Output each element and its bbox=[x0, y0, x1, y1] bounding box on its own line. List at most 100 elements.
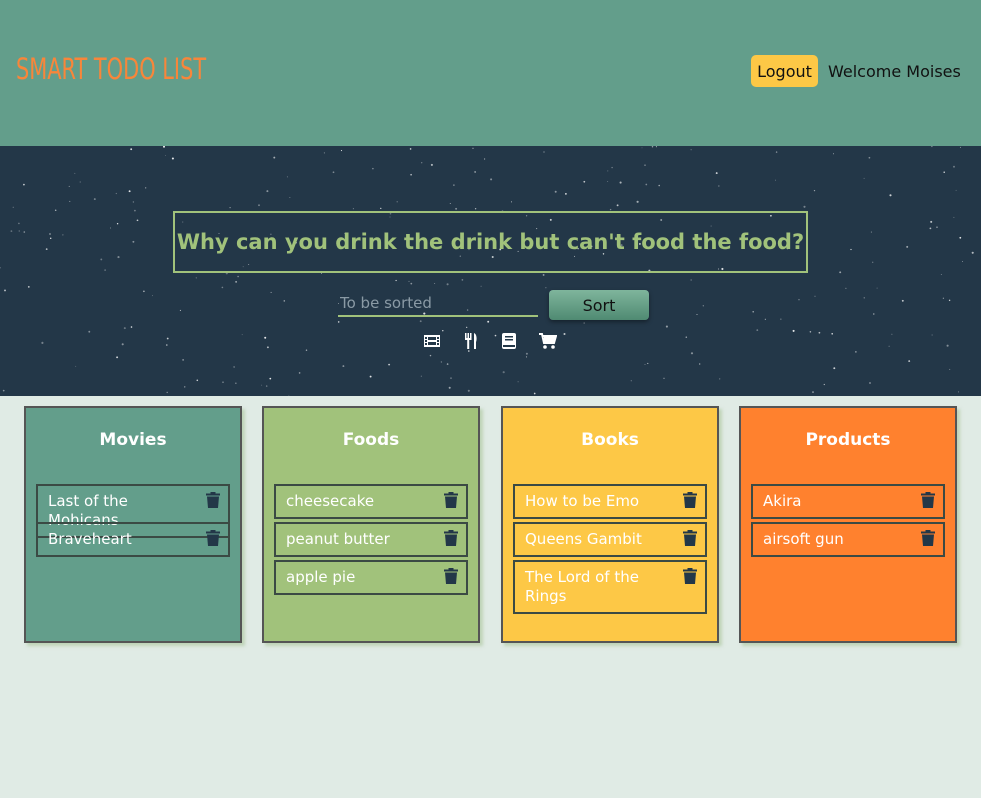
star bbox=[321, 273, 323, 275]
star bbox=[484, 158, 486, 160]
star bbox=[780, 318, 782, 320]
star bbox=[261, 384, 263, 386]
star bbox=[396, 201, 398, 203]
star bbox=[429, 354, 432, 357]
star bbox=[833, 153, 834, 155]
board-title: Products bbox=[805, 430, 891, 450]
star bbox=[446, 283, 449, 286]
star bbox=[644, 164, 646, 166]
star bbox=[123, 327, 126, 330]
star bbox=[408, 280, 410, 282]
star bbox=[430, 163, 433, 166]
star bbox=[283, 300, 286, 302]
star bbox=[237, 275, 239, 278]
list-item[interactable]: The Lord of the Rings bbox=[513, 560, 707, 614]
star bbox=[305, 349, 308, 351]
star bbox=[130, 148, 133, 151]
star bbox=[88, 330, 91, 333]
star bbox=[369, 375, 372, 378]
star bbox=[258, 204, 260, 207]
board-title: Books bbox=[581, 430, 639, 450]
star bbox=[446, 363, 449, 365]
trash-icon[interactable] bbox=[206, 530, 220, 546]
star bbox=[352, 208, 354, 210]
trash-icon[interactable] bbox=[444, 492, 458, 508]
star bbox=[62, 234, 64, 236]
star bbox=[434, 282, 436, 284]
star bbox=[813, 189, 816, 192]
film-icon[interactable] bbox=[423, 332, 441, 350]
sort-button[interactable]: Sort bbox=[549, 290, 649, 320]
star bbox=[752, 311, 754, 313]
star bbox=[636, 200, 639, 203]
star bbox=[472, 147, 474, 149]
trash-icon[interactable] bbox=[683, 530, 697, 546]
star bbox=[876, 287, 878, 289]
star bbox=[388, 363, 391, 366]
star bbox=[563, 332, 566, 336]
star bbox=[171, 157, 174, 160]
book-icon[interactable] bbox=[500, 332, 518, 350]
star bbox=[583, 180, 586, 183]
list-item[interactable]: peanut butter bbox=[274, 522, 468, 557]
trash-icon[interactable] bbox=[444, 530, 458, 546]
list-item[interactable]: cheesecake bbox=[274, 484, 468, 519]
trash-icon[interactable] bbox=[206, 492, 220, 508]
star bbox=[298, 372, 301, 374]
star bbox=[449, 202, 451, 205]
star bbox=[229, 206, 231, 209]
star bbox=[607, 181, 609, 183]
logout-button[interactable]: Logout bbox=[751, 55, 818, 87]
star bbox=[121, 343, 124, 346]
star bbox=[151, 295, 153, 297]
list-item[interactable]: Akira bbox=[751, 484, 945, 519]
star bbox=[166, 391, 168, 394]
cart-icon[interactable] bbox=[539, 332, 557, 350]
star bbox=[971, 251, 974, 254]
star bbox=[409, 148, 412, 150]
star bbox=[863, 177, 865, 179]
list-item[interactable]: How to be Emo bbox=[513, 484, 707, 519]
star bbox=[421, 162, 423, 164]
list-item-label: apple pie bbox=[286, 568, 356, 586]
trash-icon[interactable] bbox=[921, 530, 935, 546]
trash-icon[interactable] bbox=[921, 492, 935, 508]
utensils-icon[interactable] bbox=[462, 332, 480, 350]
star bbox=[143, 290, 145, 293]
star bbox=[266, 346, 269, 349]
trash-icon[interactable] bbox=[683, 492, 697, 508]
list-item-label: Braveheart bbox=[48, 530, 132, 548]
star bbox=[323, 152, 325, 154]
star bbox=[845, 287, 847, 289]
star bbox=[955, 189, 957, 191]
sort-input[interactable] bbox=[338, 291, 538, 317]
star bbox=[931, 334, 933, 336]
star bbox=[116, 223, 119, 225]
star bbox=[889, 194, 892, 197]
star bbox=[450, 377, 452, 379]
star bbox=[809, 331, 812, 333]
list-item[interactable]: Braveheart bbox=[36, 522, 230, 557]
list-item[interactable]: apple pie bbox=[274, 560, 468, 595]
star bbox=[872, 261, 874, 263]
trash-icon[interactable] bbox=[683, 568, 697, 584]
brand-logo[interactable]: SMART TODO LIST bbox=[16, 52, 206, 86]
star bbox=[184, 386, 186, 388]
star bbox=[953, 216, 955, 218]
trash-icon[interactable] bbox=[444, 568, 458, 584]
star bbox=[702, 305, 704, 307]
board-products: Products Akira airsoft gun bbox=[739, 406, 957, 643]
list-item[interactable]: airsoft gun bbox=[751, 522, 945, 557]
star bbox=[474, 208, 477, 210]
star bbox=[480, 285, 482, 287]
star bbox=[27, 286, 30, 288]
star bbox=[289, 197, 291, 198]
star bbox=[182, 359, 184, 361]
star bbox=[870, 231, 872, 233]
star bbox=[940, 274, 942, 276]
star bbox=[466, 326, 468, 328]
star bbox=[533, 392, 536, 395]
list-item-label: The Lord of the Rings bbox=[525, 568, 639, 605]
star bbox=[419, 320, 422, 323]
list-item[interactable]: Queens Gambit bbox=[513, 522, 707, 557]
